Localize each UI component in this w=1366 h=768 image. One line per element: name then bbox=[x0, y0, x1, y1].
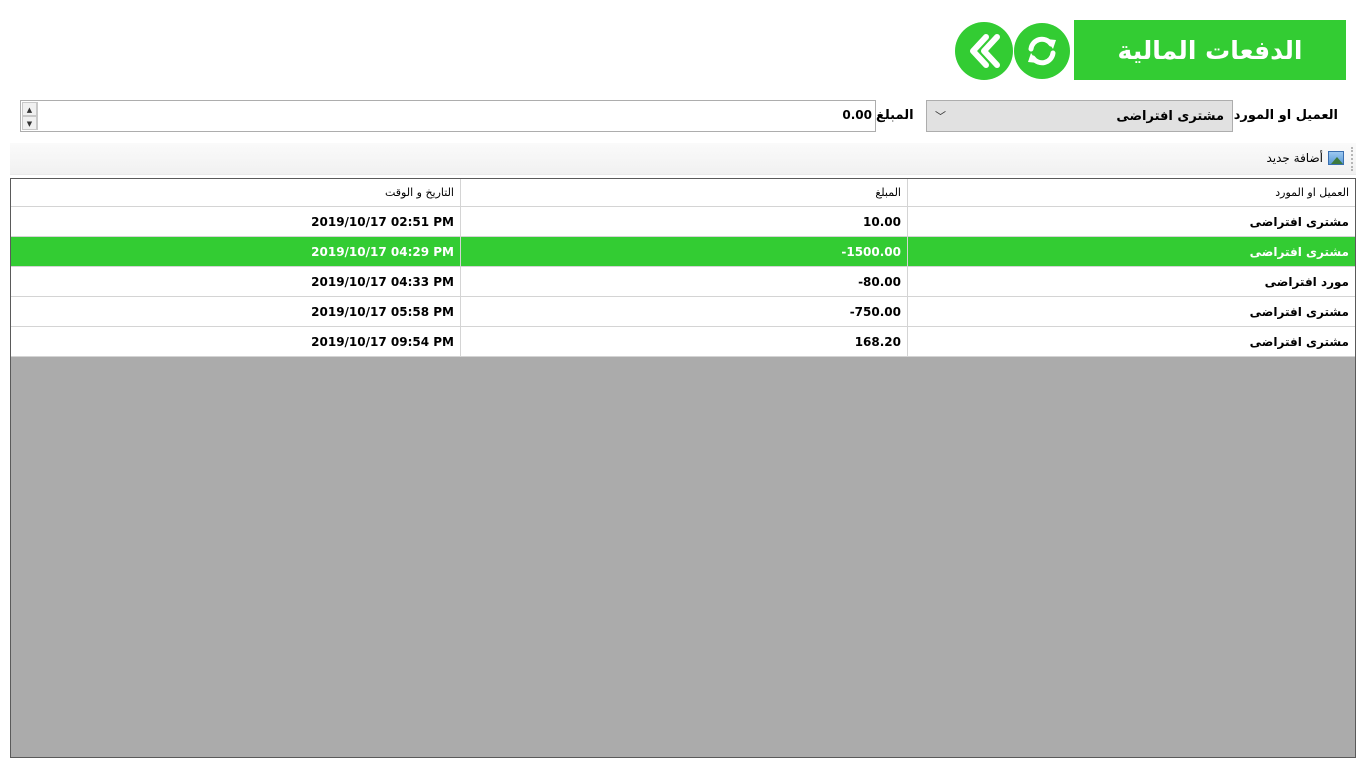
cell-datetime: 2019/10/17 04:33 PM bbox=[311, 274, 454, 289]
amount-label: المبلغ bbox=[876, 108, 914, 123]
back-button[interactable] bbox=[955, 22, 1013, 80]
table-row[interactable]: مورد افتراضى -80.00 2019/10/17 04:33 PM bbox=[11, 267, 1355, 297]
party-select[interactable]: مشترى افتراضى ﹀ bbox=[926, 100, 1233, 132]
cell-datetime: 2019/10/17 05:58 PM bbox=[311, 304, 454, 319]
refresh-icon bbox=[1028, 36, 1056, 66]
image-icon bbox=[1328, 151, 1344, 165]
cell-amount: -80.00 bbox=[460, 267, 907, 296]
cell-amount: 10.00 bbox=[460, 207, 907, 236]
column-header-amount[interactable]: المبلغ bbox=[460, 179, 907, 206]
table-row[interactable]: مشترى افتراضى 168.20 2019/10/17 09:54 PM bbox=[11, 327, 1355, 357]
cell-datetime: 2019/10/17 02:51 PM bbox=[311, 214, 454, 229]
cell-amount: -750.00 bbox=[460, 297, 907, 326]
column-header-datetime[interactable]: التاريخ و الوقت bbox=[11, 179, 460, 206]
amount-input[interactable]: ▲ ▼ 0.00 bbox=[20, 100, 876, 132]
spin-down-icon[interactable]: ▼ bbox=[22, 116, 37, 130]
table-row[interactable]: مشترى افتراضى 10.00 2019/10/17 02:51 PM bbox=[11, 207, 1355, 237]
cell-party: مشترى افتراضى bbox=[907, 327, 1355, 356]
table-row[interactable]: مشترى افتراضى -1500.00 2019/10/17 04:29 … bbox=[11, 237, 1355, 267]
toolbar: أضافة جديد bbox=[10, 143, 1356, 175]
table-row[interactable]: مشترى افتراضى -750.00 2019/10/17 05:58 P… bbox=[11, 297, 1355, 327]
toolbar-grip[interactable] bbox=[1351, 147, 1354, 171]
cell-party: مشترى افتراضى bbox=[907, 207, 1355, 236]
cell-party: مشترى افتراضى bbox=[907, 237, 1355, 266]
cell-amount: 168.20 bbox=[460, 327, 907, 356]
amount-spinner[interactable]: ▲ ▼ bbox=[22, 102, 38, 130]
add-new-label: أضافة جديد bbox=[1266, 151, 1323, 165]
spin-up-icon[interactable]: ▲ bbox=[22, 102, 37, 116]
cell-amount: -1500.00 bbox=[460, 237, 907, 266]
column-header-party[interactable]: العميل او المورد bbox=[907, 179, 1355, 206]
chevron-down-icon: ﹀ bbox=[935, 110, 946, 123]
cell-party: مورد افتراضى bbox=[907, 267, 1355, 296]
refresh-button[interactable] bbox=[1014, 23, 1070, 79]
page-title: الدفعات المالية bbox=[1074, 20, 1346, 80]
party-select-value: مشترى افتراضى bbox=[1116, 108, 1224, 124]
double-chevron-left-icon bbox=[970, 34, 1000, 68]
add-new-button[interactable]: أضافة جديد bbox=[1266, 151, 1344, 165]
cell-party: مشترى افتراضى bbox=[907, 297, 1355, 326]
grid-header: العميل او المورد المبلغ التاريخ و الوقت bbox=[11, 179, 1355, 207]
party-label: العميل او المورد bbox=[1233, 108, 1338, 123]
payments-grid[interactable]: العميل او المورد المبلغ التاريخ و الوقت … bbox=[10, 178, 1356, 758]
amount-value: 0.00 bbox=[842, 108, 872, 122]
cell-datetime: 2019/10/17 04:29 PM bbox=[311, 244, 454, 259]
page-title-text: الدفعات المالية bbox=[1117, 35, 1303, 65]
cell-datetime: 2019/10/17 09:54 PM bbox=[311, 334, 454, 349]
